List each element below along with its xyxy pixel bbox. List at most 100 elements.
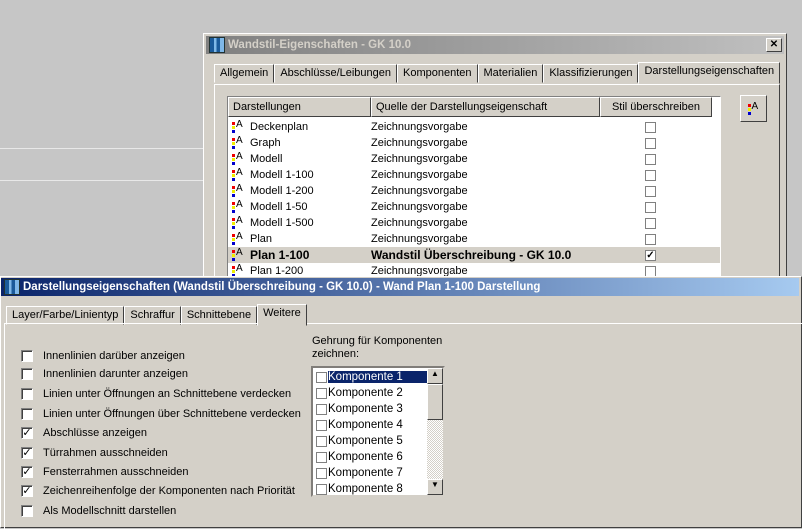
table-row[interactable]: Graph Zeichnungsvorgabe [228,135,720,151]
override-checkbox[interactable] [645,201,656,213]
component-item[interactable]: Komponente 8 [314,481,428,495]
display-rep-name: Deckenplan [250,121,309,133]
component-label: Komponente 8 [328,483,403,495]
checkbox[interactable] [21,368,33,380]
option-checkbox-row[interactable]: ✓ Zeichenreihenfolge der Komponenten nach… [21,485,295,497]
component-checkbox[interactable] [316,371,327,383]
source-value: Wandstil Überschreibung - GK 10.0 [371,248,572,262]
divider [0,180,203,181]
display-rep-name: Modell 1-200 [250,185,314,197]
tab-komponenten[interactable]: Komponenten [397,64,478,83]
option-checkbox-row[interactable]: ✓ Türrahmen ausschneiden [21,447,168,459]
scroll-thumb[interactable] [427,384,443,420]
divider [0,148,203,149]
option-label: Türrahmen ausschneiden [43,447,168,459]
component-item[interactable]: Komponente 4 [314,417,428,433]
component-item[interactable]: Komponente 7 [314,465,428,481]
override-checkbox[interactable] [645,265,656,277]
source-value: Zeichnungsvorgabe [371,121,468,133]
table-row[interactable]: Modell 1-200 Zeichnungsvorgabe [228,183,720,199]
option-checkbox-row[interactable]: Innenlinien darüber anzeigen [21,350,185,362]
override-checkbox[interactable] [645,185,656,197]
component-label: Komponente 6 [328,451,403,463]
component-checkbox[interactable] [316,387,327,399]
component-item[interactable]: Komponente 6 [314,449,428,465]
override-checkbox[interactable]: ✓ [645,249,656,261]
option-label: Linien unter Öffnungen über Schnittebene… [43,408,301,420]
dialog-title: Darstellungseigenschaften (Wandstil Über… [23,281,541,293]
display-rep-icon [232,119,244,133]
source-value: Zeichnungsvorgabe [371,169,468,181]
option-checkbox-row[interactable]: Innenlinien darunter anzeigen [21,368,188,380]
option-checkbox-row[interactable]: ✓ Abschlüsse anzeigen [21,427,147,439]
component-item[interactable]: Komponente 1 [314,369,429,385]
component-checkbox[interactable] [316,403,327,415]
table-row[interactable]: Modell 1-500 Zeichnungsvorgabe [228,215,720,231]
display-rep-name: Modell 1-50 [250,201,308,213]
checkbox[interactable]: ✓ [21,485,33,497]
tab-materialien[interactable]: Materialien [477,64,544,83]
tab-abschlüsse-leibungen[interactable]: Abschlüsse/Leibungen [274,64,398,83]
component-checkbox[interactable] [316,419,327,431]
table-row[interactable]: Modell Zeichnungsvorgabe [228,151,720,167]
component-checkbox[interactable] [316,467,327,479]
components-listbox[interactable]: Komponente 1 Komponente 2 Komponente 3 Komp… [311,366,445,497]
component-label: Komponente 1 [327,370,429,384]
component-item[interactable]: Komponente 5 [314,433,428,449]
column-header-display[interactable]: Darstellungen [228,97,371,117]
option-label: Abschlüsse anzeigen [43,427,147,439]
option-label: Als Modellschnitt darstellen [43,505,177,517]
override-checkbox[interactable] [645,121,656,133]
scrollbar[interactable]: ▲ ▼ [427,368,443,495]
checkbox[interactable]: ✓ [21,447,33,459]
display-reps-list[interactable]: Darstellungen Quelle der Darstellungseig… [227,96,721,296]
scroll-down-button[interactable]: ▼ [427,479,443,495]
override-checkbox[interactable] [645,217,656,229]
option-checkbox-row[interactable]: Linien unter Öffnungen an Schnittebene v… [21,388,291,400]
close-button[interactable]: ✕ [766,38,782,52]
override-checkbox[interactable] [645,153,656,165]
table-row[interactable]: Modell 1-50 Zeichnungsvorgabe [228,199,720,215]
component-checkbox[interactable] [316,483,327,495]
override-checkbox[interactable] [645,233,656,245]
display-rep-name: Graph [250,137,281,149]
tab-klassifizierungen[interactable]: Klassifizierungen [543,64,639,83]
miter-label: Gehrung für Komponenten zeichnen: [312,335,443,360]
option-checkbox-row[interactable]: Als Modellschnitt darstellen [21,505,176,517]
column-header-override[interactable]: Stil überschreiben [600,97,712,117]
override-checkbox[interactable] [645,169,656,181]
table-row[interactable]: Deckenplan Zeichnungsvorgabe [228,119,720,135]
wall-style-properties-dialog: Wandstil-Eigenschaften - GK 10.0 ✕ Allge… [203,33,787,296]
option-checkbox-row[interactable]: ✓ Fensterrahmen ausschneiden [21,466,189,478]
column-header-source[interactable]: Quelle der Darstellungseigenschaft [371,97,600,117]
display-rep-icon [232,247,244,261]
table-row[interactable]: Modell 1-100 Zeichnungsvorgabe [228,167,720,183]
checkbox[interactable]: ✓ [21,427,33,439]
source-value: Zeichnungsvorgabe [371,153,468,165]
option-checkbox-row[interactable]: Linien unter Öffnungen über Schnittebene… [21,408,301,420]
checkbox[interactable] [21,388,33,400]
component-checkbox[interactable] [316,451,327,463]
checkbox[interactable] [21,505,33,517]
component-checkbox[interactable] [316,435,327,447]
tab-weitere[interactable]: Weitere [257,304,307,326]
app-icon [4,279,20,295]
checkbox[interactable] [21,408,33,420]
component-label: Komponente 5 [328,435,403,447]
tab-allgemein[interactable]: Allgemein [214,64,275,83]
component-item[interactable]: Komponente 3 [314,401,428,417]
component-item[interactable]: Komponente 2 [314,385,428,401]
source-value: Zeichnungsvorgabe [371,185,468,197]
table-row[interactable]: Plan 1-100 Wandstil Überschreibung - GK 1… [228,247,720,263]
display-props-button[interactable] [740,95,767,122]
display-props-icon [747,101,760,115]
override-checkbox[interactable] [645,137,656,149]
component-label: Komponente 7 [328,467,403,479]
checkbox[interactable] [21,350,33,362]
display-rep-icon [232,135,244,149]
option-label: Linien unter Öffnungen an Schnittebene v… [43,388,292,400]
scroll-up-button[interactable]: ▲ [427,368,443,384]
checkbox[interactable]: ✓ [21,466,33,478]
tab-darstellungseigenschaften[interactable]: Darstellungseigenschaften [638,62,781,84]
table-row[interactable]: Plan Zeichnungsvorgabe [228,231,720,247]
